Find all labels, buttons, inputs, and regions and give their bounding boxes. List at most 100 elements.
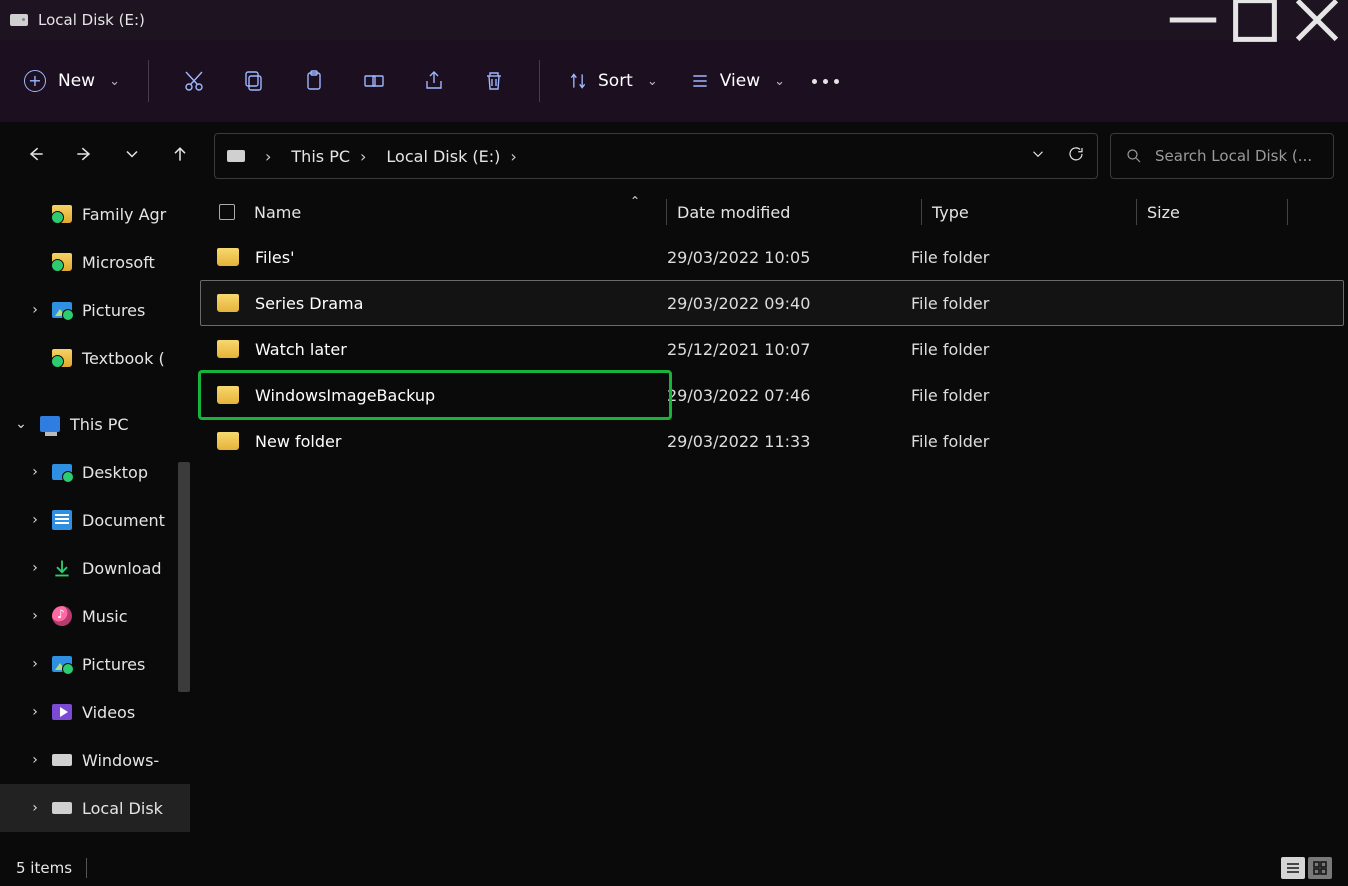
expand-icon[interactable]: › <box>28 752 42 768</box>
breadcrumb-item[interactable]: This PC› <box>291 147 376 166</box>
toolbar: + New ⌄ Sort ⌄ View ⌄ <box>0 40 1348 122</box>
folder-icon <box>217 294 239 312</box>
sidebar-label: Desktop <box>82 463 148 482</box>
rename-button[interactable] <box>357 64 391 98</box>
folder-icon <box>217 432 239 450</box>
sort-button[interactable]: Sort ⌄ <box>568 71 658 91</box>
sidebar-item[interactable]: › Document <box>0 496 190 544</box>
window-title: Local Disk (E:) <box>38 11 145 29</box>
back-button[interactable] <box>26 144 46 168</box>
folder-icon <box>52 253 72 271</box>
folder-icon <box>217 340 239 358</box>
sidebar-label: Microsoft <box>82 253 155 272</box>
column-headers: Name ⌃ Date modified Type Size <box>200 190 1348 234</box>
expand-icon[interactable]: › <box>28 302 42 318</box>
more-button[interactable] <box>809 79 842 84</box>
new-label: New <box>58 71 95 91</box>
copy-button[interactable] <box>237 64 271 98</box>
column-type[interactable]: Type <box>932 203 1136 222</box>
sidebar-label: Windows- <box>82 751 159 770</box>
paste-button[interactable] <box>297 64 331 98</box>
expand-icon[interactable]: › <box>28 608 42 624</box>
expand-icon[interactable]: › <box>28 704 42 720</box>
navigation-row: › This PC› Local Disk (E:)› Search Local… <box>0 122 1348 190</box>
sidebar-item[interactable]: Textbook ( <box>0 334 190 382</box>
search-icon <box>1125 147 1143 165</box>
column-name[interactable]: Name ⌃ <box>254 203 666 222</box>
thumbnails-view-button[interactable] <box>1308 857 1332 879</box>
sidebar-item-thispc[interactable]: ⌄ This PC <box>0 400 190 448</box>
sidebar-item[interactable]: › Pictures <box>0 286 190 334</box>
expand-icon[interactable]: › <box>28 656 42 672</box>
expand-icon[interactable]: › <box>28 512 42 528</box>
sidebar-item[interactable]: › Windows- <box>0 736 190 784</box>
breadcrumb-item[interactable]: Local Disk (E:)› <box>386 147 526 166</box>
file-row[interactable]: Files' 29/03/2022 10:05 File folder <box>200 234 1344 280</box>
column-date[interactable]: Date modified <box>677 203 921 222</box>
sidebar-item[interactable]: › Download <box>0 544 190 592</box>
column-size[interactable]: Size <box>1147 203 1287 222</box>
expand-icon[interactable]: › <box>28 464 42 480</box>
share-button[interactable] <box>417 64 451 98</box>
delete-button[interactable] <box>477 64 511 98</box>
collapse-icon[interactable]: ⌄ <box>14 416 28 432</box>
titlebar: Local Disk (E:) <box>0 0 1348 40</box>
details-view-button[interactable] <box>1281 857 1305 879</box>
expand-icon[interactable]: › <box>28 800 42 816</box>
new-button[interactable]: + New ⌄ <box>24 70 120 92</box>
documents-icon <box>52 510 72 530</box>
pictures-icon <box>52 656 72 672</box>
separator <box>148 60 149 102</box>
chevron-down-icon: ⌄ <box>774 74 785 89</box>
search-input[interactable]: Search Local Disk (... <box>1110 133 1334 179</box>
sidebar-item-current[interactable]: › Local Disk <box>0 784 190 832</box>
desktop-icon <box>52 464 72 480</box>
minimize-button[interactable] <box>1162 0 1224 40</box>
sidebar-scrollbar[interactable] <box>178 462 190 692</box>
file-row-highlighted[interactable]: WindowsImageBackup <box>200 372 670 418</box>
chevron-down-icon: ⌄ <box>647 74 658 89</box>
recent-locations-button[interactable] <box>122 144 142 168</box>
sidebar-label: Local Disk <box>82 799 163 818</box>
window-controls <box>1162 0 1348 40</box>
folder-icon <box>52 349 72 367</box>
music-icon <box>52 606 72 626</box>
chevron-down-icon: ⌄ <box>109 74 120 89</box>
file-row[interactable]: Series Drama 29/03/2022 09:40 File folde… <box>200 280 1344 326</box>
close-button[interactable] <box>1286 0 1348 40</box>
file-row[interactable]: Watch later 25/12/2021 10:07 File folder <box>200 326 1344 372</box>
sidebar-label: Document <box>82 511 165 530</box>
sidebar-item[interactable]: › Music <box>0 592 190 640</box>
sidebar: Family Agr Microsoft › Pictures Textbook… <box>0 190 190 850</box>
view-label: View <box>720 71 760 91</box>
up-button[interactable] <box>170 144 190 168</box>
sidebar-item[interactable]: Microsoft <box>0 238 190 286</box>
view-button[interactable]: View ⌄ <box>690 71 785 91</box>
sidebar-label: Textbook ( <box>82 349 165 368</box>
downloads-icon <box>52 558 72 578</box>
refresh-button[interactable] <box>1067 145 1085 167</box>
folder-icon <box>217 248 239 266</box>
item-count: 5 items <box>16 859 72 877</box>
drive-icon <box>52 754 72 766</box>
pc-icon <box>40 416 60 432</box>
sidebar-item[interactable]: › Desktop <box>0 448 190 496</box>
address-bar[interactable]: › This PC› Local Disk (E:)› <box>214 133 1098 179</box>
clipboard-group <box>177 64 511 98</box>
drive-icon <box>52 802 72 814</box>
file-row[interactable]: New folder 29/03/2022 11:33 File folder <box>200 418 1344 464</box>
sidebar-item[interactable]: › Videos <box>0 688 190 736</box>
sidebar-item[interactable]: Family Agr <box>0 190 190 238</box>
folder-icon <box>217 386 239 404</box>
sidebar-item[interactable]: › Pictures <box>0 640 190 688</box>
maximize-button[interactable] <box>1224 0 1286 40</box>
separator <box>539 60 540 102</box>
cut-button[interactable] <box>177 64 211 98</box>
sidebar-label: Pictures <box>82 655 145 674</box>
expand-icon[interactable]: › <box>28 560 42 576</box>
address-dropdown[interactable] <box>1029 145 1047 167</box>
forward-button[interactable] <box>74 144 94 168</box>
select-all-checkbox[interactable] <box>219 204 235 220</box>
sidebar-label: Download <box>82 559 162 578</box>
plus-icon: + <box>24 70 46 92</box>
